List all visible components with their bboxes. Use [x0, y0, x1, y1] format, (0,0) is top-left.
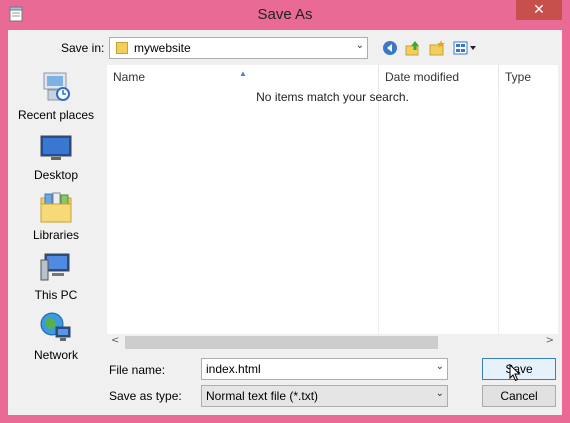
column-divider — [378, 89, 379, 335]
column-header-name[interactable]: ▲ Name — [107, 65, 379, 89]
folder-icon — [116, 42, 128, 54]
chevron-down-icon[interactable]: ⌄ — [436, 361, 444, 372]
scrollbar-thumb[interactable] — [125, 336, 438, 349]
save-in-label: Save in: — [61, 41, 105, 55]
recent-places-icon — [43, 72, 70, 101]
this-pc-icon — [40, 253, 70, 281]
chevron-down-icon: ⌄ — [435, 388, 444, 399]
file-name-value: index.html — [206, 362, 261, 376]
save-as-type-dropdown[interactable]: Normal text file (*.txt) ⌄ — [201, 385, 448, 407]
scroll-left-icon[interactable]: < — [111, 335, 119, 346]
back-arrow-icon[interactable] — [382, 40, 398, 56]
place-label: Desktop — [33, 168, 79, 182]
file-name-label: File name: — [109, 363, 166, 377]
save-in-value: mywebsite — [134, 41, 191, 55]
network-icon — [40, 312, 71, 341]
places-bar: Recent places Desktop Libraries This PC … — [8, 64, 104, 364]
column-divider — [498, 89, 499, 335]
window-title: Save As — [257, 6, 313, 23]
empty-message: No items match your search. — [256, 90, 409, 104]
save-as-type-value: Normal text file (*.txt) — [206, 389, 319, 403]
file-name-input[interactable]: index.html ⌄ — [201, 358, 448, 380]
column-header-type[interactable]: Type — [499, 65, 558, 89]
place-label: This PC — [34, 288, 78, 302]
chevron-down-icon: ⌄ — [355, 40, 364, 51]
close-icon: ✕ — [533, 2, 545, 18]
place-label: Network — [33, 348, 78, 362]
sort-ascending-icon: ▲ — [239, 69, 247, 78]
dialog-body: Save in: mywebsite ⌄ Recent places Deskt… — [8, 30, 562, 415]
horizontal-scrollbar[interactable]: < > — [107, 334, 558, 351]
place-label: Recent places — [17, 108, 95, 122]
libraries-icon — [40, 192, 72, 223]
up-folder-icon[interactable] — [405, 40, 421, 56]
file-list[interactable]: ▲ Name Date modified Type No items match… — [107, 65, 558, 351]
save-in-dropdown[interactable]: mywebsite ⌄ — [109, 37, 368, 59]
desktop-icon — [40, 135, 72, 160]
place-label: Libraries — [32, 228, 80, 242]
close-button[interactable]: ✕ — [516, 0, 562, 20]
column-header-date-modified[interactable]: Date modified — [379, 65, 499, 89]
cancel-button[interactable]: Cancel — [482, 385, 556, 407]
mouse-cursor-icon — [509, 364, 521, 382]
scroll-right-icon[interactable]: > — [546, 335, 554, 346]
view-menu-icon[interactable] — [453, 40, 477, 56]
save-as-type-label: Save as type: — [109, 389, 182, 403]
title-bar[interactable]: Save As ✕ — [0, 0, 570, 30]
new-folder-icon[interactable] — [429, 40, 445, 56]
